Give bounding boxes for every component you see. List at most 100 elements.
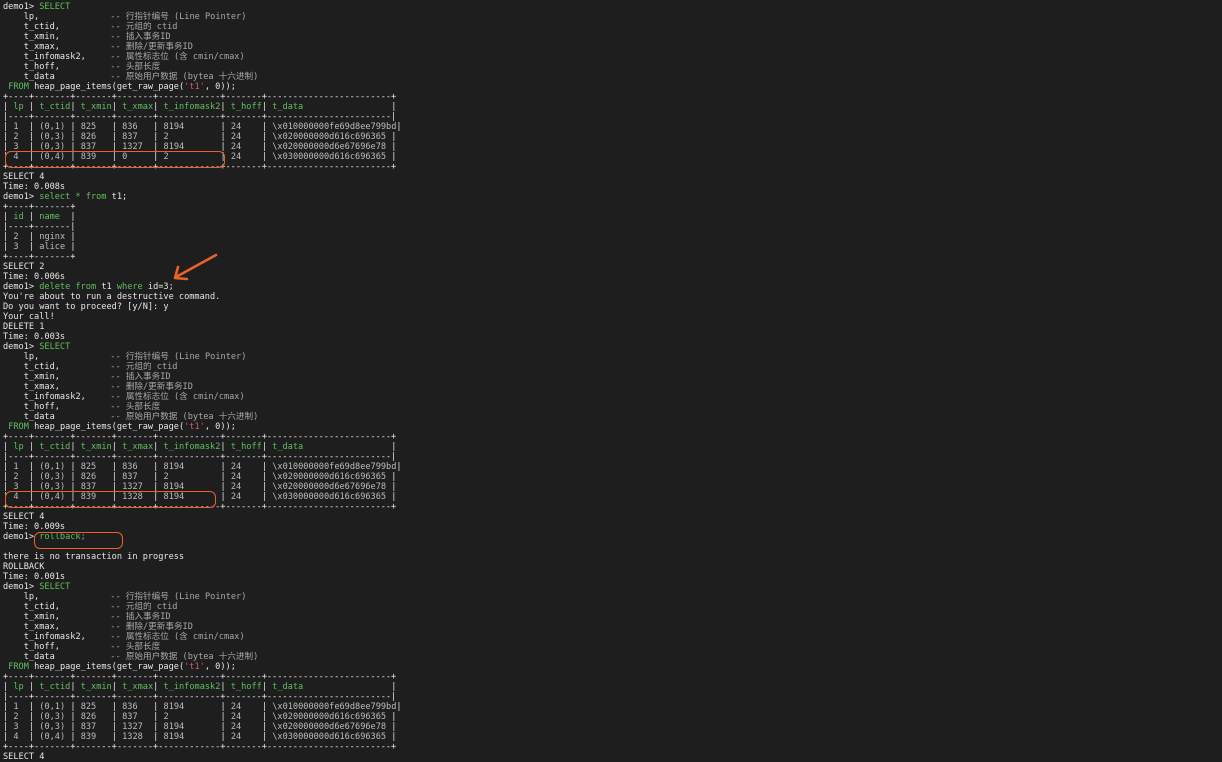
separator: | <box>28 722 40 732</box>
separator: | <box>153 722 164 732</box>
separator: | <box>111 472 123 482</box>
table-cell: 826 <box>80 472 97 482</box>
separator <box>169 472 221 482</box>
separator <box>96 722 112 732</box>
column-name: t_xmax, <box>23 42 60 52</box>
column-name: t_infomask2, <box>23 52 86 62</box>
time-5: Time: 0.001s <box>3 572 1218 582</box>
separator <box>19 492 29 502</box>
terminal-output[interactable]: demo1> SELECT lp, -- 行指针编号 (Line Pointer)… <box>3 2 1218 762</box>
separator <box>96 712 112 722</box>
rollback-keyword: rollback; <box>39 532 86 542</box>
separator: | <box>261 132 273 142</box>
separator: +----+-------+-------+-------+----------… <box>3 432 397 442</box>
separator: | <box>3 102 14 112</box>
separator: | <box>220 122 231 132</box>
separator <box>3 12 24 22</box>
separator: | <box>111 142 123 152</box>
table-cell: \x030000000d616c696365 <box>272 152 387 162</box>
select-star-line[interactable]: demo1> select * from t1; <box>3 192 1218 202</box>
column-comment: -- 插入事务ID <box>110 612 171 622</box>
function-call: heap_page_items(get_raw_page( <box>34 422 185 432</box>
column-comment: -- 头部长度 <box>110 642 161 652</box>
warning-line: You're about to run a destructive comman… <box>3 292 1218 302</box>
delete-command-line[interactable]: demo1> delete from t1 where id=3; <box>3 282 1218 292</box>
separator: | <box>3 732 14 742</box>
separator <box>3 652 24 662</box>
column-header: t_xmax <box>122 682 154 692</box>
function-call: heap_page_items(get_raw_page( <box>34 662 185 672</box>
column-comment: -- 行指针编号 (Line Pointer) <box>110 12 247 22</box>
separator: | <box>111 712 123 722</box>
select-count-2: SELECT 2 <box>3 262 1218 272</box>
column-comment: -- 原始用户数据 (bytea 十六进制) <box>110 412 259 422</box>
table-cell: (0,3) <box>39 722 66 732</box>
table-cell: 839 <box>80 732 97 742</box>
separator: | <box>3 442 14 452</box>
separator: | <box>70 102 81 112</box>
separator <box>184 732 220 742</box>
separator: |----+-------+-------+-------+----------… <box>3 112 397 122</box>
column-header: t_hoff <box>230 102 262 112</box>
query1-select-line[interactable]: demo1> SELECT <box>3 2 1218 12</box>
query3-select-line[interactable]: demo1> SELECT <box>3 582 1218 592</box>
heap-table2-separator: |----+-------+-------+-------+----------… <box>3 452 1218 462</box>
separator: | <box>261 682 273 692</box>
separator: | <box>153 122 164 132</box>
separator <box>184 492 220 502</box>
table-cell: 837 <box>80 722 97 732</box>
query2-select-line[interactable]: demo1> SELECT <box>3 342 1218 352</box>
separator: | <box>3 492 14 502</box>
table-cell: \x020000000d616c696365 <box>272 132 387 142</box>
separator <box>96 482 112 492</box>
separator <box>143 722 153 732</box>
column-header: t_data <box>272 442 304 452</box>
separator: | <box>70 442 81 452</box>
separator: | <box>261 442 273 452</box>
table-cell: nginx <box>39 232 66 242</box>
column-header: t_data <box>272 682 304 692</box>
column-name: t_hoff, <box>23 402 60 412</box>
separator: | <box>391 442 397 452</box>
separator: | <box>28 482 40 492</box>
separator: | <box>70 242 76 252</box>
heap-table3-header-row: | lp | t_ctid| t_xmin| t_xmax| t_infomas… <box>3 682 1218 692</box>
heap-table3-table-row: | 2 | (0,3) | 826 | 837 | 2 | 24 | \x020… <box>3 712 1218 722</box>
timing-text: Time: 0.001s <box>3 572 66 582</box>
separator: | <box>153 152 164 162</box>
query2-column-line: t_data -- 原始用户数据 (bytea 十六进制) <box>3 412 1218 422</box>
table-cell: 839 <box>80 492 97 502</box>
separator: | <box>28 492 40 502</box>
keyword-select-star: select * from <box>39 192 107 202</box>
separator: | <box>261 712 273 722</box>
separator <box>241 462 262 472</box>
separator <box>241 152 262 162</box>
column-name: t_data <box>23 652 55 662</box>
table-cell: 837 <box>80 142 97 152</box>
table-cell: 1327 <box>122 722 143 732</box>
separator <box>3 372 24 382</box>
column-comment: -- 元组的 ctid <box>110 602 178 612</box>
column-comment: -- 原始用户数据 (bytea 十六进制) <box>110 652 259 662</box>
rollback-command-line[interactable]: demo1> rollback; <box>3 532 1218 542</box>
table-cell: 837 <box>80 482 97 492</box>
separator <box>241 132 262 142</box>
table-cell: 825 <box>80 702 97 712</box>
separator <box>96 462 112 472</box>
column-comment: -- 元组的 ctid <box>110 362 178 372</box>
keyword-select: SELECT <box>39 2 71 12</box>
separator <box>96 132 112 142</box>
column-header: lp <box>13 682 24 692</box>
heap-table2-header-row: | lp | t_ctid| t_xmin| t_xmax| t_infomas… <box>3 442 1218 452</box>
query3-column-line: t_ctid, -- 元组的 ctid <box>3 602 1218 612</box>
separator: | <box>220 142 231 152</box>
separator: | <box>3 702 14 712</box>
status-text: SELECT 4 <box>3 752 45 762</box>
table-cell: 825 <box>80 122 97 132</box>
separator <box>241 702 262 712</box>
separator: | <box>3 212 14 222</box>
separator <box>19 722 29 732</box>
column-header: t_xmin <box>80 442 112 452</box>
separator <box>19 232 29 242</box>
timing-text: Time: 0.003s <box>3 332 66 342</box>
